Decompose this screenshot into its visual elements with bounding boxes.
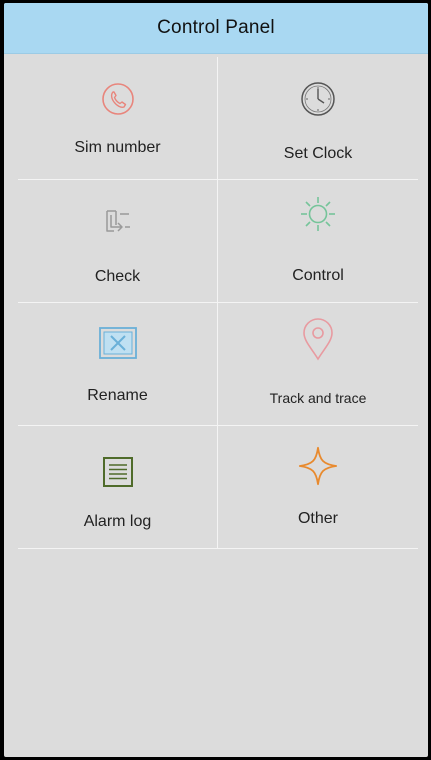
rename-box-icon [98,323,138,363]
menu-item-label: Set Clock [283,145,353,162]
sun-icon [298,194,338,234]
menu-item-label: Track and trace [269,390,367,406]
menu-row: Alarm log Other [18,426,418,549]
location-pin-icon [298,318,338,361]
menu-item-label: Alarm log [83,513,152,530]
menu-item-sim-number[interactable]: Sim number [18,57,218,179]
menu-row: Rename Track and trace [18,303,418,426]
menu-item-label: Check [94,268,141,285]
list-icon [98,452,138,492]
clock-icon [298,79,338,119]
menu-grid: Sim number Set Clock Check Control Renam… [18,57,418,549]
check-arrow-icon [98,202,138,242]
menu-row: Check Control [18,180,418,303]
app-screen: Control Panel Sim number Set Clock Check… [4,3,428,757]
menu-item-set-clock[interactable]: Set Clock [218,57,418,179]
menu-item-label: Other [297,510,338,527]
menu-item-control[interactable]: Control [218,180,418,302]
menu-item-track-and-trace[interactable]: Track and trace [218,303,418,425]
title-bar: Control Panel [4,3,428,54]
menu-item-label: Control [292,267,344,284]
page-title: Control Panel [157,17,275,38]
menu-item-rename[interactable]: Rename [18,303,218,425]
menu-item-other[interactable]: Other [218,426,418,548]
menu-item-label: Rename [87,387,148,404]
menu-item-label: Sim number [74,139,161,156]
phone-icon [98,79,138,119]
menu-item-alarm-log[interactable]: Alarm log [18,426,218,548]
star-icon [298,446,338,486]
menu-row: Sim number Set Clock [18,57,418,180]
menu-item-check[interactable]: Check [18,180,218,302]
